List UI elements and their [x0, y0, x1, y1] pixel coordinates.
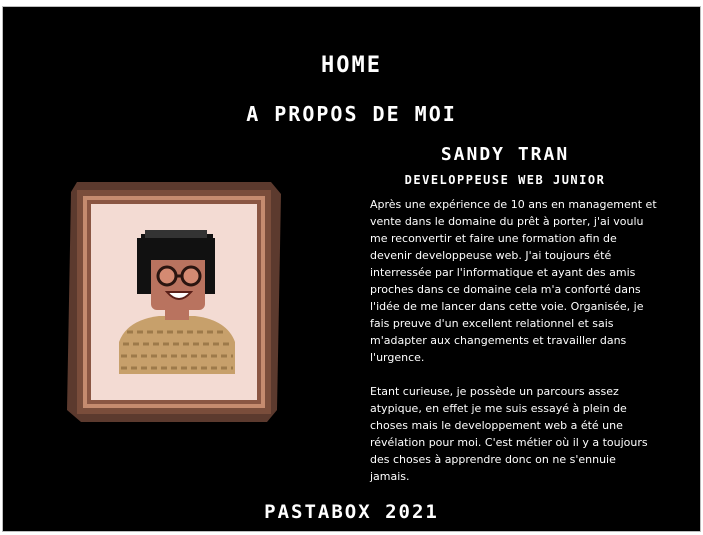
page-canvas: HOME A PROPOS DE MOI SANDY TRAN DEVELOPP… — [2, 6, 701, 532]
glasses-left — [156, 265, 178, 287]
footer-text: PASTABOX 2021 — [264, 501, 439, 523]
glasses-right — [180, 265, 202, 287]
section-title: A PROPOS DE MOI — [3, 102, 700, 126]
profile-bio: Après une expérience de 10 ans en manage… — [370, 196, 658, 502]
profile-name: SANDY TRAN — [440, 144, 570, 165]
pixel-art-portrait-icon — [67, 182, 281, 422]
bio-paragraph: Etant curieuse, je possède un parcours a… — [370, 385, 648, 483]
home-link[interactable]: HOME — [3, 53, 700, 78]
profile-role: DEVELOPPEUSE WEB JUNIOR — [404, 173, 606, 187]
bio-paragraph: Après une expérience de 10 ans en manage… — [370, 198, 657, 364]
hair-highlight — [145, 230, 207, 238]
section-title-text: A PROPOS DE MOI — [246, 102, 457, 126]
